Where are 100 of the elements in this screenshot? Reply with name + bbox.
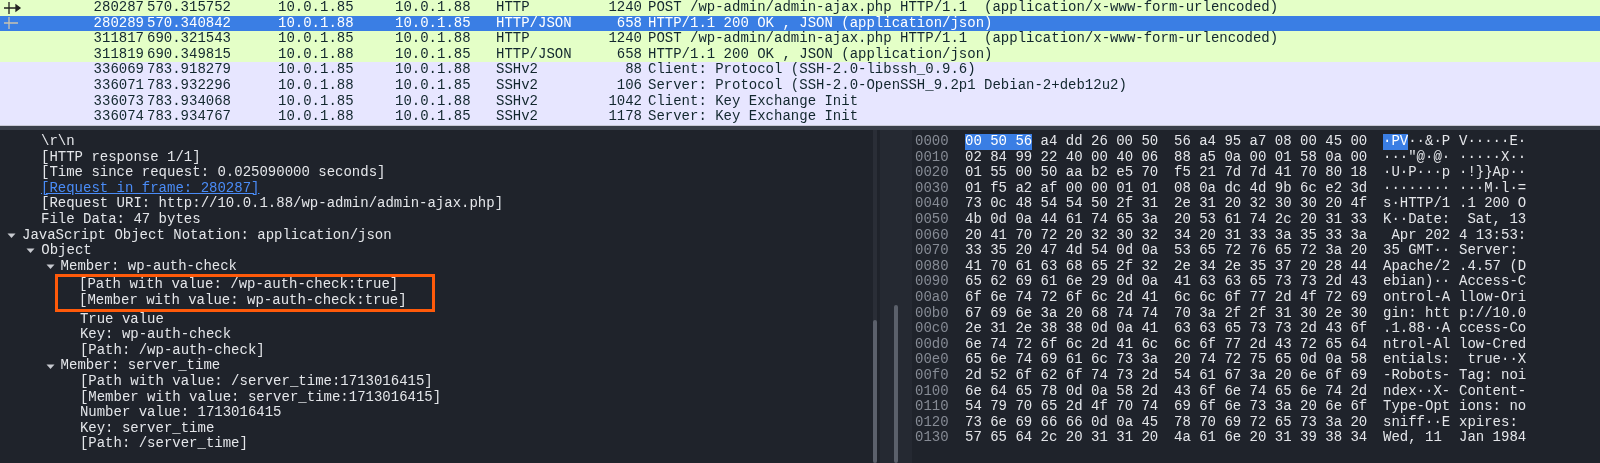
ascii-text: ··&·P — [1408, 134, 1451, 150]
table-cell-text: Client: Key Exchange Init — [647, 93, 860, 109]
table-cell-text: 10.0.1.88 — [278, 46, 355, 63]
table-cell-text: Server: Protocol (SSH-2.0-OpenSSH_9.2p1 Debian-2+deb12u2) — [647, 77, 1128, 94]
tree-node[interactable]: Object — [41, 243, 92, 259]
tree-node[interactable]: Member: wp-auth-check — [60, 258, 238, 275]
hex-bytes: 57 65 64 2c 20 31 31 20 — [965, 430, 1159, 446]
hex-bytes: 6c 6f 77 2d 43 72 65 64 — [1174, 336, 1368, 352]
ascii-text: s·HTTP/1 — [1383, 196, 1451, 212]
scrollbar[interactable] — [873, 130, 877, 463]
ascii-text: ions: no — [1459, 399, 1527, 415]
ascii-text: true··X — [1466, 352, 1527, 368]
tree-field[interactable]: [Request URI: http://10.0.1.88/wp-admin/admin-ajax.php] — [41, 196, 504, 212]
tree-field[interactable]: [HTTP response 1/1] — [41, 149, 201, 166]
table-cell-text: Client: Protocol (SSH-2.0-libssh_0.9.6) — [647, 62, 977, 78]
table-cell-text: 1178 — [607, 109, 642, 125]
hex-bytes: 2e 31 20 32 30 30 20 4f — [1174, 196, 1368, 212]
byte-offset: 0060 — [915, 227, 950, 244]
packet-row[interactable]: 311817 690.321543 10.0.1.85 10.0.1.88 HTTP 1240 POST /wp-admin/admin-ajax.php HTTP/1.1 (application/x-www-form-urlencoded) — [0, 31, 1600, 47]
hex-bytes: 41 63 63 65 73 73 2d 43 — [1174, 274, 1368, 290]
tree-node[interactable]: JavaScript Object Notation: application/json — [22, 227, 392, 244]
tree-field[interactable]: [Member with value: wp-auth-check:true] — [79, 292, 407, 309]
tree-field[interactable]: [Member with value: server_time:1713016415] — [79, 389, 442, 406]
tree-field[interactable]: [Path: /server_time] — [79, 436, 248, 452]
hex-bytes: a4 dd 26 00 50 — [1040, 134, 1159, 150]
hex-bytes: 65 6e 74 69 61 6c 73 3a — [965, 352, 1159, 368]
packet-row[interactable]: 280287 570.315752 10.0.1.85 10.0.1.88 HTTP 1240 POST /wp-admin/admin-ajax.php HTTP/1.1 (application/x-www-form-urlencoded) — [0, 0, 1600, 16]
table-cell-text: 783.934767 — [146, 109, 232, 125]
table-cell-text: 1240 — [607, 31, 642, 47]
tree-field[interactable]: Number value: 1713016415 — [79, 405, 282, 421]
table-cell-text: 280287 — [92, 0, 144, 16]
hex-bytes: 02 84 99 22 40 00 40 06 — [965, 149, 1159, 165]
hex-bytes: 01 f5 a2 af 00 00 01 01 — [965, 180, 1159, 196]
byte-offset: 0010 — [915, 149, 950, 166]
table-cell-text: 10.0.1.85 — [278, 62, 355, 78]
tree-field[interactable]: [Path with value: /wp-auth-check:true] — [79, 277, 399, 293]
tree-field[interactable]: [Time since request: 0.025090000 seconds] — [41, 165, 386, 181]
tree-field[interactable]: Key: server_time — [79, 420, 215, 437]
tree-field[interactable]: File Data: 47 bytes — [41, 211, 201, 228]
byte-offset: 0030 — [915, 180, 950, 197]
ascii-text: 35 GMT·· — [1383, 243, 1451, 259]
table-cell-text: 1240 — [607, 0, 642, 16]
byte-offset: 0040 — [915, 196, 950, 212]
ascii-text: ········ — [1383, 180, 1451, 196]
frame-link[interactable]: [Request in frame: 280287] — [41, 180, 260, 197]
tree-node[interactable]: Member: server_time — [60, 358, 221, 374]
ascii-text: low-Cred — [1459, 336, 1527, 353]
ascii-text: ·····X·· — [1459, 149, 1527, 165]
ascii-text: ···"@·@· — [1383, 149, 1451, 166]
hex-bytes: 73 6e 69 66 66 0d 0a 45 — [965, 414, 1159, 431]
hex-bytes: 2d 52 6f 62 6f 74 73 2d — [965, 367, 1159, 384]
packet-row[interactable]: 336074 783.934767 10.0.1.88 10.0.1.85 SSHv2 1178 Server: Key Exchange Init — [0, 109, 1600, 125]
scrollbar-gutter[interactable] — [880, 130, 912, 463]
ascii-text: 4 13:53: — [1459, 227, 1527, 244]
byte-offset: 0080 — [915, 258, 950, 275]
hex-bytes: 20 74 72 75 65 0d 0a 58 — [1174, 352, 1368, 368]
expand-arrow-icon[interactable] — [45, 262, 55, 272]
byte-offset: 00b0 — [915, 305, 950, 322]
table-cell-text: HTTP — [496, 0, 531, 16]
table-cell-text: SSHv2 — [496, 109, 539, 125]
ascii-text: ontrol-A — [1383, 289, 1451, 306]
table-cell-text: HTTP/JSON — [496, 15, 573, 32]
table-cell-text: 10.0.1.88 — [278, 77, 355, 94]
tree-field[interactable]: True value — [79, 311, 164, 328]
tree-field[interactable]: [Path with value: /server_time:1713016415] — [79, 373, 433, 390]
table-cell-text: 570.340842 — [146, 15, 232, 32]
table-cell-text: 690.349815 — [146, 46, 232, 63]
table-cell-text: HTTP/JSON — [496, 46, 573, 63]
table-cell-text: HTTP/1.1 200 OK , JSON (application/json) — [647, 15, 994, 31]
ascii-text: llow-Ori — [1459, 289, 1527, 306]
byte-offset: 0090 — [915, 274, 950, 290]
ascii-text: p://10.0 — [1459, 305, 1527, 322]
hex-bytes: 70 3a 2f 2f 31 30 2e 30 — [1174, 305, 1368, 321]
tree-field[interactable]: \r\n — [41, 134, 75, 150]
tree-field[interactable]: [Path: /wp-auth-check] — [79, 342, 265, 359]
table-cell-text: 311819 — [92, 46, 144, 63]
ascii-text: Server: — [1459, 243, 1519, 259]
tree-field[interactable]: Key: wp-auth-check — [79, 327, 232, 343]
table-cell-text: 88 — [624, 62, 642, 78]
hex-bytes: 73 0c 48 54 54 50 2f 31 — [965, 196, 1159, 212]
table-cell-text: 1042 — [607, 93, 642, 110]
expand-arrow-icon[interactable] — [26, 246, 36, 256]
hex-bytes: 78 70 69 72 65 73 3a 20 — [1174, 414, 1368, 431]
hex-bytes: 6e 74 72 6f 6c 2d 41 6c — [965, 336, 1159, 353]
packet-row[interactable]: 336069 783.918279 10.0.1.85 10.0.1.88 SSHv2 88 Client: Protocol (SSH-2.0-libssh_0.9.6) — [0, 62, 1600, 78]
hex-bytes: 2e 34 2e 35 37 20 28 44 — [1174, 258, 1368, 274]
table-cell-text: 783.932296 — [146, 77, 232, 94]
table-cell-text: SSHv2 — [496, 93, 539, 110]
hex-bytes: 54 61 67 3a 20 6e 6f 69 — [1174, 367, 1368, 384]
table-cell-text: 106 — [615, 77, 642, 94]
byte-offset: 0070 — [915, 243, 950, 259]
selected-bytes[interactable]: 00 50 56 — [965, 134, 1033, 150]
ascii-text: Sat, 13 — [1466, 211, 1527, 228]
byte-offset: 00c0 — [915, 321, 950, 337]
table-cell-text: 10.0.1.88 — [395, 93, 472, 110]
hex-bytes: 4b 0d 0a 44 61 74 65 3a — [965, 211, 1159, 228]
selected-ascii[interactable]: ·PV — [1383, 134, 1409, 150]
table-cell-text: SSHv2 — [496, 77, 539, 94]
table-cell-text: 690.321543 — [146, 31, 232, 47]
table-cell-text: 10.0.1.88 — [278, 109, 355, 125]
